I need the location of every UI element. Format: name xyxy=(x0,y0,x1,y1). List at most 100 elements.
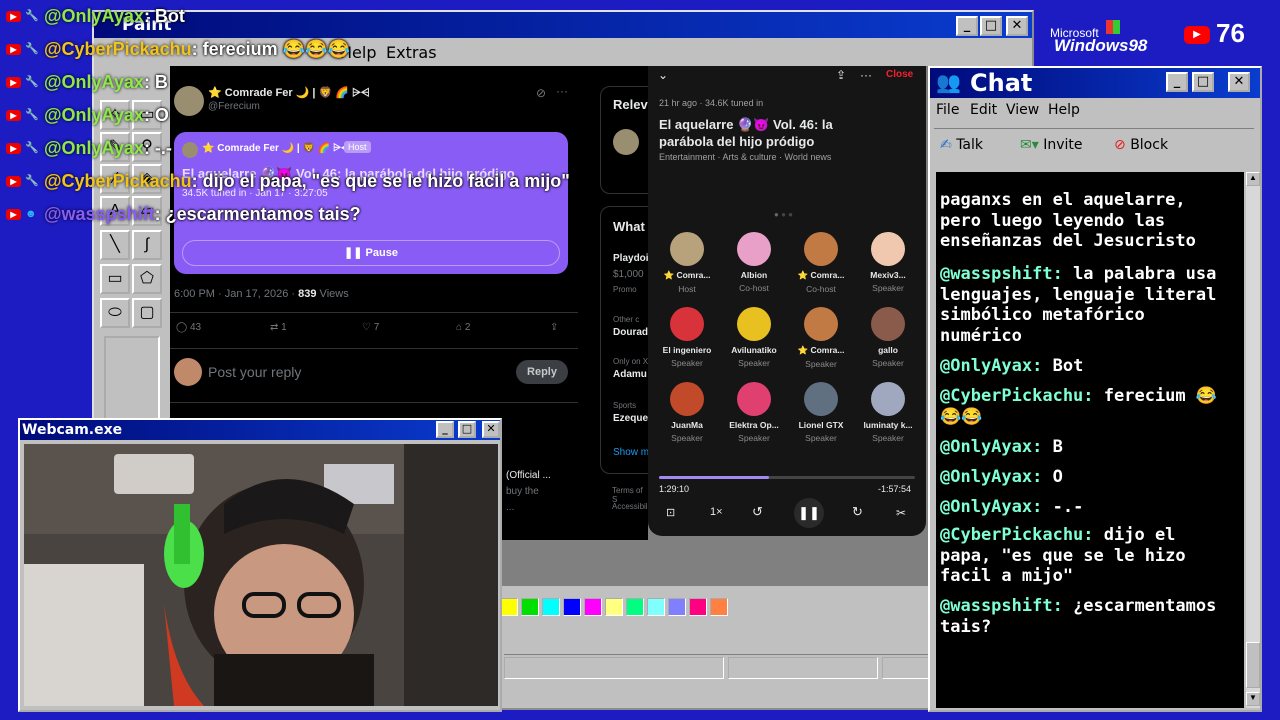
elapsed-time: 1:29:10 xyxy=(659,484,690,494)
progress-track[interactable] xyxy=(659,476,915,479)
forward-icon[interactable]: ↻ xyxy=(852,504,863,520)
overlay-message: ▶ ☻ @wasspshift: ¿escarmentamos tais? xyxy=(6,198,361,230)
footer-link[interactable]: Accessibili xyxy=(612,502,649,511)
speaker[interactable]: ⭐ Comra... Host xyxy=(654,232,720,304)
block-button[interactable]: ⊘ Block xyxy=(1114,137,1168,153)
palette-color[interactable] xyxy=(500,598,518,616)
speaker[interactable]: Avilunatiko Speaker xyxy=(721,307,787,379)
relevant-avatar[interactable] xyxy=(613,129,639,155)
palette-color[interactable] xyxy=(521,598,539,616)
menu-view[interactable]: View xyxy=(1006,102,1039,118)
trend-title[interactable]: Dourad xyxy=(613,327,648,338)
menu-help[interactable]: Help xyxy=(1048,102,1080,118)
speaker[interactable]: El ingeniero Speaker xyxy=(654,307,720,379)
speaker-role: Co-host xyxy=(739,283,769,293)
close-link[interactable]: Close xyxy=(886,69,913,80)
speaker-name: gallo xyxy=(878,345,898,355)
maximize-button[interactable]: □ xyxy=(458,421,476,438)
chat-title: Chat xyxy=(970,69,1033,97)
like-action[interactable]: ♡ 7 xyxy=(362,322,379,333)
scroll-down-button[interactable]: ▼ xyxy=(1246,692,1260,706)
repost-action[interactable]: ⇄ 1 xyxy=(270,322,287,333)
speaker[interactable]: JuanMa Speaker xyxy=(654,382,720,454)
palette-color[interactable] xyxy=(584,598,602,616)
minimize-button[interactable]: _ xyxy=(1166,72,1188,92)
pause-button[interactable]: ❚❚ Pause xyxy=(182,240,560,266)
menu-edit[interactable]: Edit xyxy=(970,102,997,118)
rounded-rect-tool[interactable]: ▢ xyxy=(132,298,162,328)
youtube-icon: ▶ xyxy=(1184,26,1210,44)
heart-icon: ♡ xyxy=(362,322,374,333)
overlay-message: ▶ 🔧 @CyberPickachu: dijo el papa, "es que … xyxy=(6,165,570,197)
chat-user: @CyberPickachu: xyxy=(940,525,1094,545)
more-icon[interactable]: ··· xyxy=(860,68,872,82)
minimize-button[interactable]: _ xyxy=(436,421,454,438)
show-more-link[interactable]: Show m xyxy=(613,447,649,458)
speaker[interactable]: Mexiv3... Speaker xyxy=(855,232,921,304)
scroll-up-button[interactable]: ▲ xyxy=(1246,172,1260,186)
clip-icon[interactable]: ✂ xyxy=(896,506,906,520)
menu-file[interactable]: File xyxy=(936,102,959,118)
speaker[interactable]: gallo Speaker xyxy=(855,307,921,379)
bookmark-action[interactable]: ⌂ 2 xyxy=(456,322,470,333)
space-meta: 21 hr ago · 34.6K tuned in xyxy=(659,98,764,108)
speaker-role: Speaker xyxy=(872,433,904,443)
reply-action[interactable]: ◯ 43 xyxy=(176,322,201,333)
pause-button[interactable]: ❚❚ xyxy=(794,498,824,528)
status-cell xyxy=(728,657,878,679)
palette-color[interactable] xyxy=(626,598,644,616)
palette-color[interactable] xyxy=(605,598,623,616)
trend-title[interactable]: Playdoi xyxy=(613,253,649,264)
palette-color[interactable] xyxy=(542,598,560,616)
captions-icon[interactable]: ⊡ xyxy=(666,506,675,519)
youtube-icon: ▶ xyxy=(6,109,21,121)
reply-button[interactable]: Reply xyxy=(516,360,568,384)
close-button[interactable]: ✕ xyxy=(1006,16,1028,36)
speaker-avatar xyxy=(804,232,838,266)
close-button[interactable]: ✕ xyxy=(482,421,500,438)
embedded-card: (Official ... buy the ... xyxy=(500,440,570,530)
wrench-icon: 🔧 xyxy=(25,108,39,121)
rectangle-tool[interactable]: ▭ xyxy=(100,264,130,294)
trend-title[interactable]: Ezeque xyxy=(613,413,648,424)
card-text: (Official ... xyxy=(506,470,551,481)
invite-button[interactable]: ✉▾ Invite xyxy=(1020,137,1083,153)
speaker[interactable]: Albion Co-host xyxy=(721,232,787,304)
more-icon[interactable]: ··· xyxy=(556,84,568,98)
menu-extras[interactable]: Extras xyxy=(386,43,437,62)
chevron-down-icon[interactable]: ⌄ xyxy=(658,68,668,82)
palette-color[interactable] xyxy=(668,598,686,616)
minimize-button[interactable]: _ xyxy=(956,16,978,36)
scroll-thumb[interactable] xyxy=(1246,642,1260,688)
palette-color[interactable] xyxy=(689,598,707,616)
speaker[interactable]: luminaty k... Speaker xyxy=(855,382,921,454)
rewind-icon[interactable]: ↺ xyxy=(752,504,763,520)
trends-heading: What xyxy=(613,219,645,234)
speaker[interactable]: Lionel GTX Speaker xyxy=(788,382,854,454)
speaker[interactable]: ⭐ Comra... Co-host xyxy=(788,232,854,304)
palette-color[interactable] xyxy=(647,598,665,616)
invite-label: Invite xyxy=(1043,137,1083,153)
speaker-role: Speaker xyxy=(738,433,770,443)
grok-icon[interactable]: ⊘ xyxy=(536,86,546,100)
speaker[interactable]: Elektra Op... Speaker xyxy=(721,382,787,454)
speaker-role: Speaker xyxy=(872,283,904,293)
close-button[interactable]: ✕ xyxy=(1228,72,1250,92)
wrench-icon: 🔧 xyxy=(25,75,39,88)
trend-title[interactable]: Adamu xyxy=(613,369,647,380)
speaker-role: Speaker xyxy=(872,358,904,368)
ellipse-tool[interactable]: ⬭ xyxy=(100,298,130,328)
share-icon[interactable]: ⇪ xyxy=(550,322,558,333)
palette-color[interactable] xyxy=(563,598,581,616)
maximize-button[interactable]: □ xyxy=(980,16,1002,36)
talk-button[interactable]: ✍ Talk xyxy=(940,137,983,153)
palette-color[interactable] xyxy=(710,598,728,616)
share-icon[interactable]: ⇪ xyxy=(836,68,846,82)
chat-scrollbar[interactable]: ▲ ▼ xyxy=(1246,172,1260,708)
speaker[interactable]: ⭐ Comra... Speaker xyxy=(788,307,854,379)
speaker-name: ⭐ Comra... xyxy=(663,270,711,280)
speed-button[interactable]: 1× xyxy=(710,506,723,518)
polygon-tool[interactable]: ⬠ xyxy=(132,264,162,294)
reply-input[interactable]: Post your reply xyxy=(208,364,301,380)
maximize-button[interactable]: □ xyxy=(1192,72,1214,92)
